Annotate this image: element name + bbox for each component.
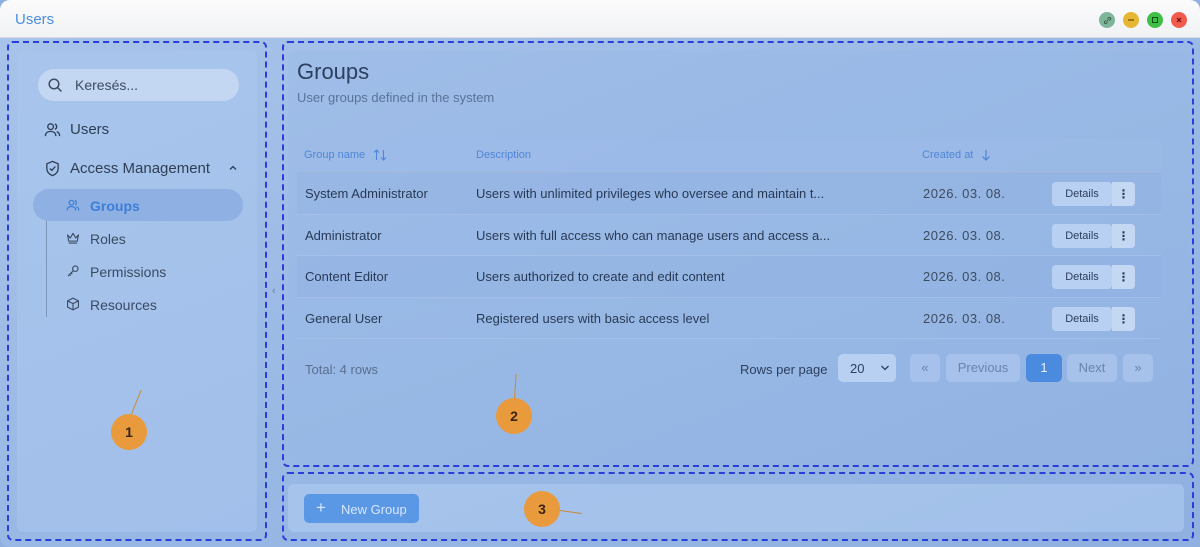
app-window: Users Keresés... Users Access Management… [0,0,1200,547]
annotation-zone-sidebar [7,41,267,541]
maximize-window-button[interactable] [1147,12,1163,28]
minimize-icon [1128,19,1134,21]
annotation-zone-main [282,41,1194,467]
title-bar: Users [0,0,1200,38]
link-window-button[interactable] [1099,12,1115,28]
annotation-marker-1: 1 [111,414,147,450]
minimize-window-button[interactable] [1123,12,1139,28]
close-window-button[interactable] [1171,12,1187,28]
annotation-marker-2: 2 [496,398,532,434]
link-icon [1103,16,1111,24]
window-title: Users [15,11,55,28]
close-icon [1176,17,1182,23]
sidebar-collapse-handle[interactable]: ‹ [272,285,276,297]
window-controls [1099,12,1187,28]
annotation-zone-bottom [282,472,1194,541]
annotation-marker-3: 3 [524,491,560,527]
maximize-icon [1152,17,1158,23]
